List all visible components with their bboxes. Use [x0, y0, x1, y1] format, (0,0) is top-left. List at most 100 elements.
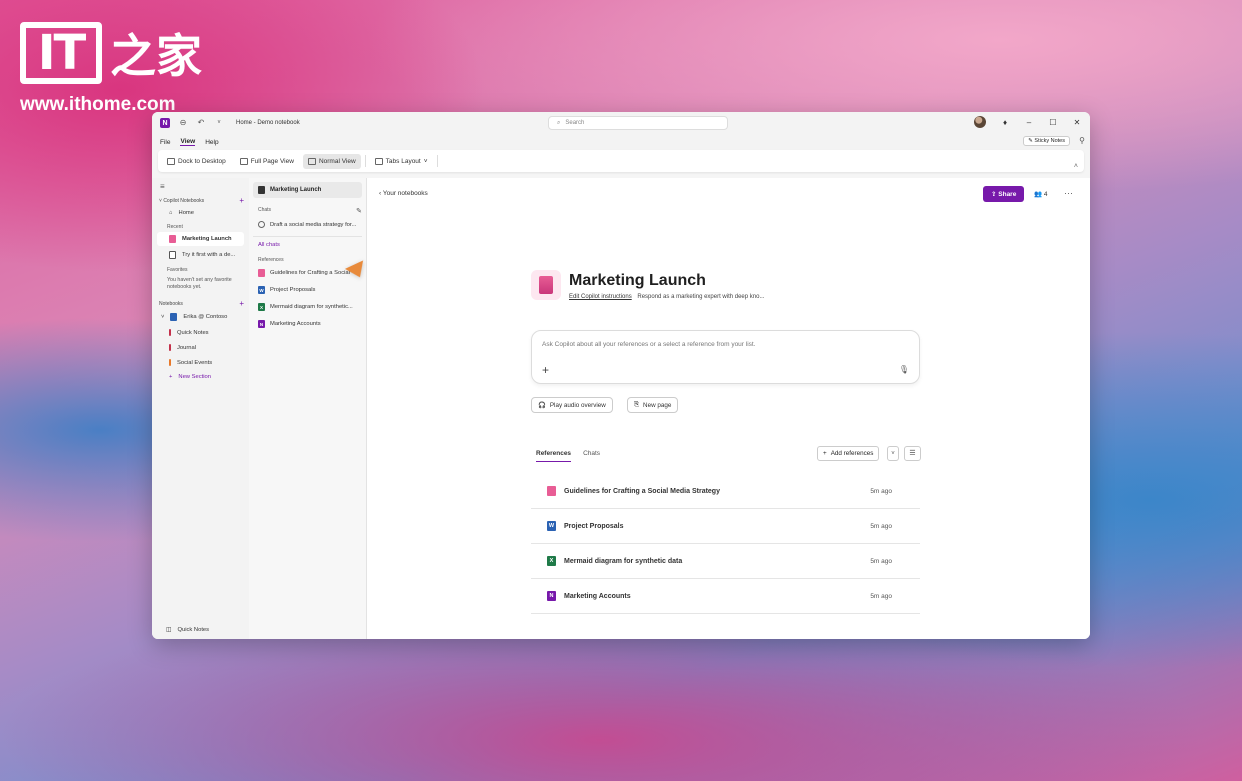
share-label: Share: [998, 191, 1017, 198]
new-page-icon: ⎘: [634, 401, 640, 408]
new-chat-icon[interactable]: ✎: [356, 207, 362, 215]
recent-item-label: Try it first with a de...: [182, 252, 236, 258]
table-row[interactable]: X Mermaid diagram for synthetic data 5m …: [531, 544, 920, 579]
new-section-button[interactable]: + New Section: [157, 371, 244, 383]
add-references-button[interactable]: + Add references: [817, 446, 880, 461]
nav-item-account-notebook[interactable]: ˅ Erika @ Contoso: [157, 310, 244, 324]
tabs-layout-icon: [374, 157, 383, 165]
collaborators-button[interactable]: 👥 4: [1034, 190, 1048, 198]
normal-view-button[interactable]: Normal View: [302, 153, 361, 169]
reference-time: 5m ago: [870, 487, 892, 495]
divider: [253, 236, 362, 237]
section-social-events[interactable]: Social Events: [157, 356, 244, 369]
add-attachment-icon[interactable]: +: [542, 363, 549, 377]
dock-to-desktop-button[interactable]: Dock to Desktop: [162, 154, 231, 169]
logo-cn: 之家: [110, 29, 202, 83]
share-button[interactable]: ⇪ Share: [983, 186, 1025, 202]
page-icon: [169, 251, 176, 259]
section-label: Social Events: [177, 359, 213, 366]
feedback-icon[interactable]: ⚲: [1079, 136, 1085, 145]
quick-notes-icon: ◫: [166, 627, 172, 633]
tabs-layout-dropdown[interactable]: Tabs Layout ˅: [370, 154, 433, 169]
more-options-icon[interactable]: ···: [1064, 188, 1073, 198]
search-placeholder: Search: [565, 120, 585, 126]
prompt-placeholder: Ask Copilot about all your references or…: [542, 341, 756, 348]
play-audio-overview-button[interactable]: 🎧 Play audio overview: [531, 397, 613, 413]
section-quick-notes[interactable]: Quick Notes: [157, 326, 244, 339]
chat-item[interactable]: Draft a social media strategy for...: [253, 218, 362, 231]
page-title: Marketing Launch: [569, 272, 706, 289]
chat-item-label: Draft a social media strategy for...: [270, 221, 357, 228]
menu-help[interactable]: Help: [205, 139, 218, 146]
headphones-icon: 🎧: [538, 402, 546, 409]
menu-view[interactable]: View: [180, 138, 196, 146]
search-icon: ⌕: [557, 119, 561, 126]
menu-file[interactable]: File: [160, 139, 170, 146]
edit-copilot-instructions-link[interactable]: Edit Copilot instructions: [569, 294, 632, 300]
chats-label: Chats: [258, 207, 272, 213]
tab-references[interactable]: References: [536, 450, 572, 462]
account-notebook-label: Erika @ Contoso: [183, 314, 228, 320]
word-icon: W: [258, 286, 265, 294]
undo-icon[interactable]: ↶: [196, 118, 206, 128]
collapse-ribbon-icon[interactable]: ˄: [1074, 163, 1078, 170]
nav-home-label: Home: [178, 210, 194, 216]
reference-item[interactable]: W Project Proposals: [253, 283, 362, 297]
full-page-view-button[interactable]: Full Page View: [235, 154, 299, 169]
premium-diamond-icon[interactable]: ♦: [1000, 118, 1010, 127]
reference-item[interactable]: N Marketing Accounts: [253, 317, 362, 331]
ribbon-toolbar: Dock to Desktop Full Page View Normal Vi…: [158, 150, 1084, 172]
microphone-icon[interactable]: 🎙: [899, 365, 909, 374]
minimize-icon[interactable]: –: [1024, 118, 1034, 127]
section-color-bar: [169, 329, 171, 336]
table-row[interactable]: N Marketing Accounts 5m ago: [531, 579, 920, 614]
back-icon[interactable]: ⊖: [178, 118, 188, 128]
excel-icon: X: [258, 303, 265, 311]
back-to-notebooks-link[interactable]: ‹ Your notebooks: [379, 190, 428, 197]
hamburger-icon[interactable]: ≡: [160, 182, 244, 191]
add-notebook-icon[interactable]: +: [239, 299, 244, 308]
notebook-icon: [170, 313, 178, 321]
quick-notes-footer-button[interactable]: ◫ Quick Notes: [166, 627, 209, 633]
word-icon: W: [547, 521, 556, 531]
avatar[interactable]: [974, 116, 986, 128]
tab-chats[interactable]: Chats: [583, 450, 600, 462]
nav-item-try-it-first[interactable]: Try it first with a de...: [157, 248, 244, 262]
section-label: Journal: [177, 344, 197, 351]
close-icon[interactable]: ✕: [1072, 118, 1082, 127]
onenote-icon: N: [547, 591, 556, 601]
section-color-bar: [169, 344, 171, 351]
list-view-toggle-icon[interactable]: ☰: [904, 446, 921, 461]
nav-item-home[interactable]: ⌂ Home: [157, 207, 244, 219]
notebook-icon: [169, 235, 176, 243]
notebook-sidebar: Marketing Launch Chats ✎ Draft a social …: [249, 178, 370, 639]
ithome-logo: IT 之家: [20, 20, 202, 86]
maximize-icon[interactable]: ☐: [1048, 118, 1058, 127]
reference-item[interactable]: X Mermaid diagram for synthetic...: [253, 300, 362, 314]
add-references-dropdown[interactable]: ˅: [887, 446, 899, 461]
notebook-header[interactable]: Marketing Launch: [253, 182, 362, 198]
onenote-app-icon: N: [160, 118, 170, 128]
all-chats-link[interactable]: All chats: [258, 242, 362, 248]
menu-bar: File View Help ✎ Sticky Notes ⚲: [152, 134, 1090, 150]
reference-name: Marketing Accounts: [564, 592, 631, 600]
copilot-prompt-input[interactable]: Ask Copilot about all your references or…: [531, 330, 920, 384]
references-label: References: [258, 257, 284, 263]
content-tabs: References Chats: [536, 450, 600, 462]
reference-time: 5m ago: [870, 592, 892, 600]
plus-icon: +: [823, 450, 827, 457]
nav-item-marketing-launch[interactable]: Marketing Launch: [157, 232, 244, 246]
table-row[interactable]: Guidelines for Crafting a Social Media S…: [531, 474, 920, 509]
copilot-notebooks-header[interactable]: ˅ Copilot Notebooks +: [157, 196, 244, 205]
table-row[interactable]: W Project Proposals 5m ago: [531, 509, 920, 544]
collaborator-count: 4: [1043, 191, 1048, 198]
add-copilot-notebook-icon[interactable]: +: [239, 196, 244, 205]
new-page-button[interactable]: ⎘ New page: [627, 397, 679, 413]
sticky-notes-button[interactable]: ✎ Sticky Notes: [1023, 136, 1070, 146]
onenote-window: N ⊖ ↶ ᵛ Home - Demo notebook ⌕ Search ♦ …: [152, 112, 1090, 639]
quick-access-chevron-icon[interactable]: ᵛ: [214, 118, 224, 128]
title-bar: N ⊖ ↶ ᵛ Home - Demo notebook ⌕ Search ♦ …: [152, 112, 1090, 134]
references-list: Guidelines for Crafting a Social Media S…: [531, 474, 920, 614]
section-journal[interactable]: Journal: [157, 341, 244, 354]
search-input[interactable]: ⌕ Search: [548, 116, 728, 130]
